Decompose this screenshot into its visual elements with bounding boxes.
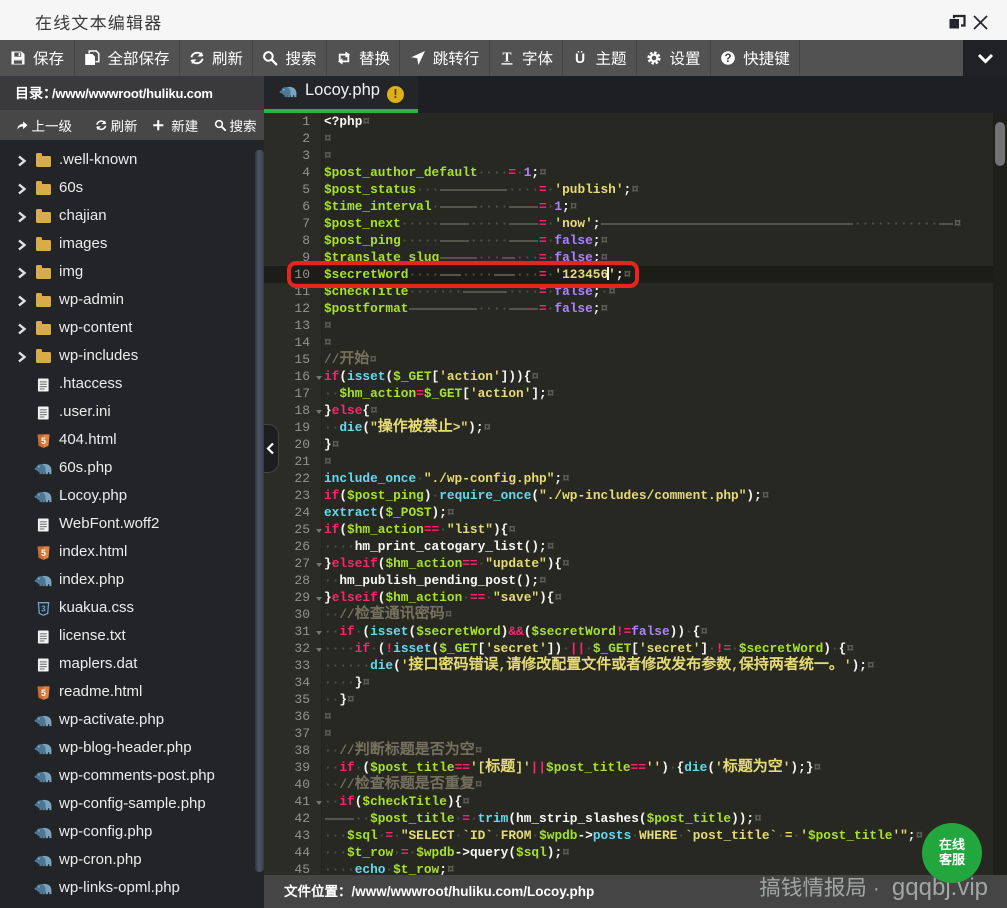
svg-text:T: T: [502, 50, 511, 65]
svg-text:3: 3: [41, 603, 46, 613]
svg-text:Ü: Ü: [575, 50, 585, 66]
svg-text:5: 5: [41, 548, 46, 558]
svg-text:?: ?: [725, 53, 732, 65]
svg-text:5: 5: [41, 436, 46, 446]
svg-text:5: 5: [41, 688, 46, 698]
